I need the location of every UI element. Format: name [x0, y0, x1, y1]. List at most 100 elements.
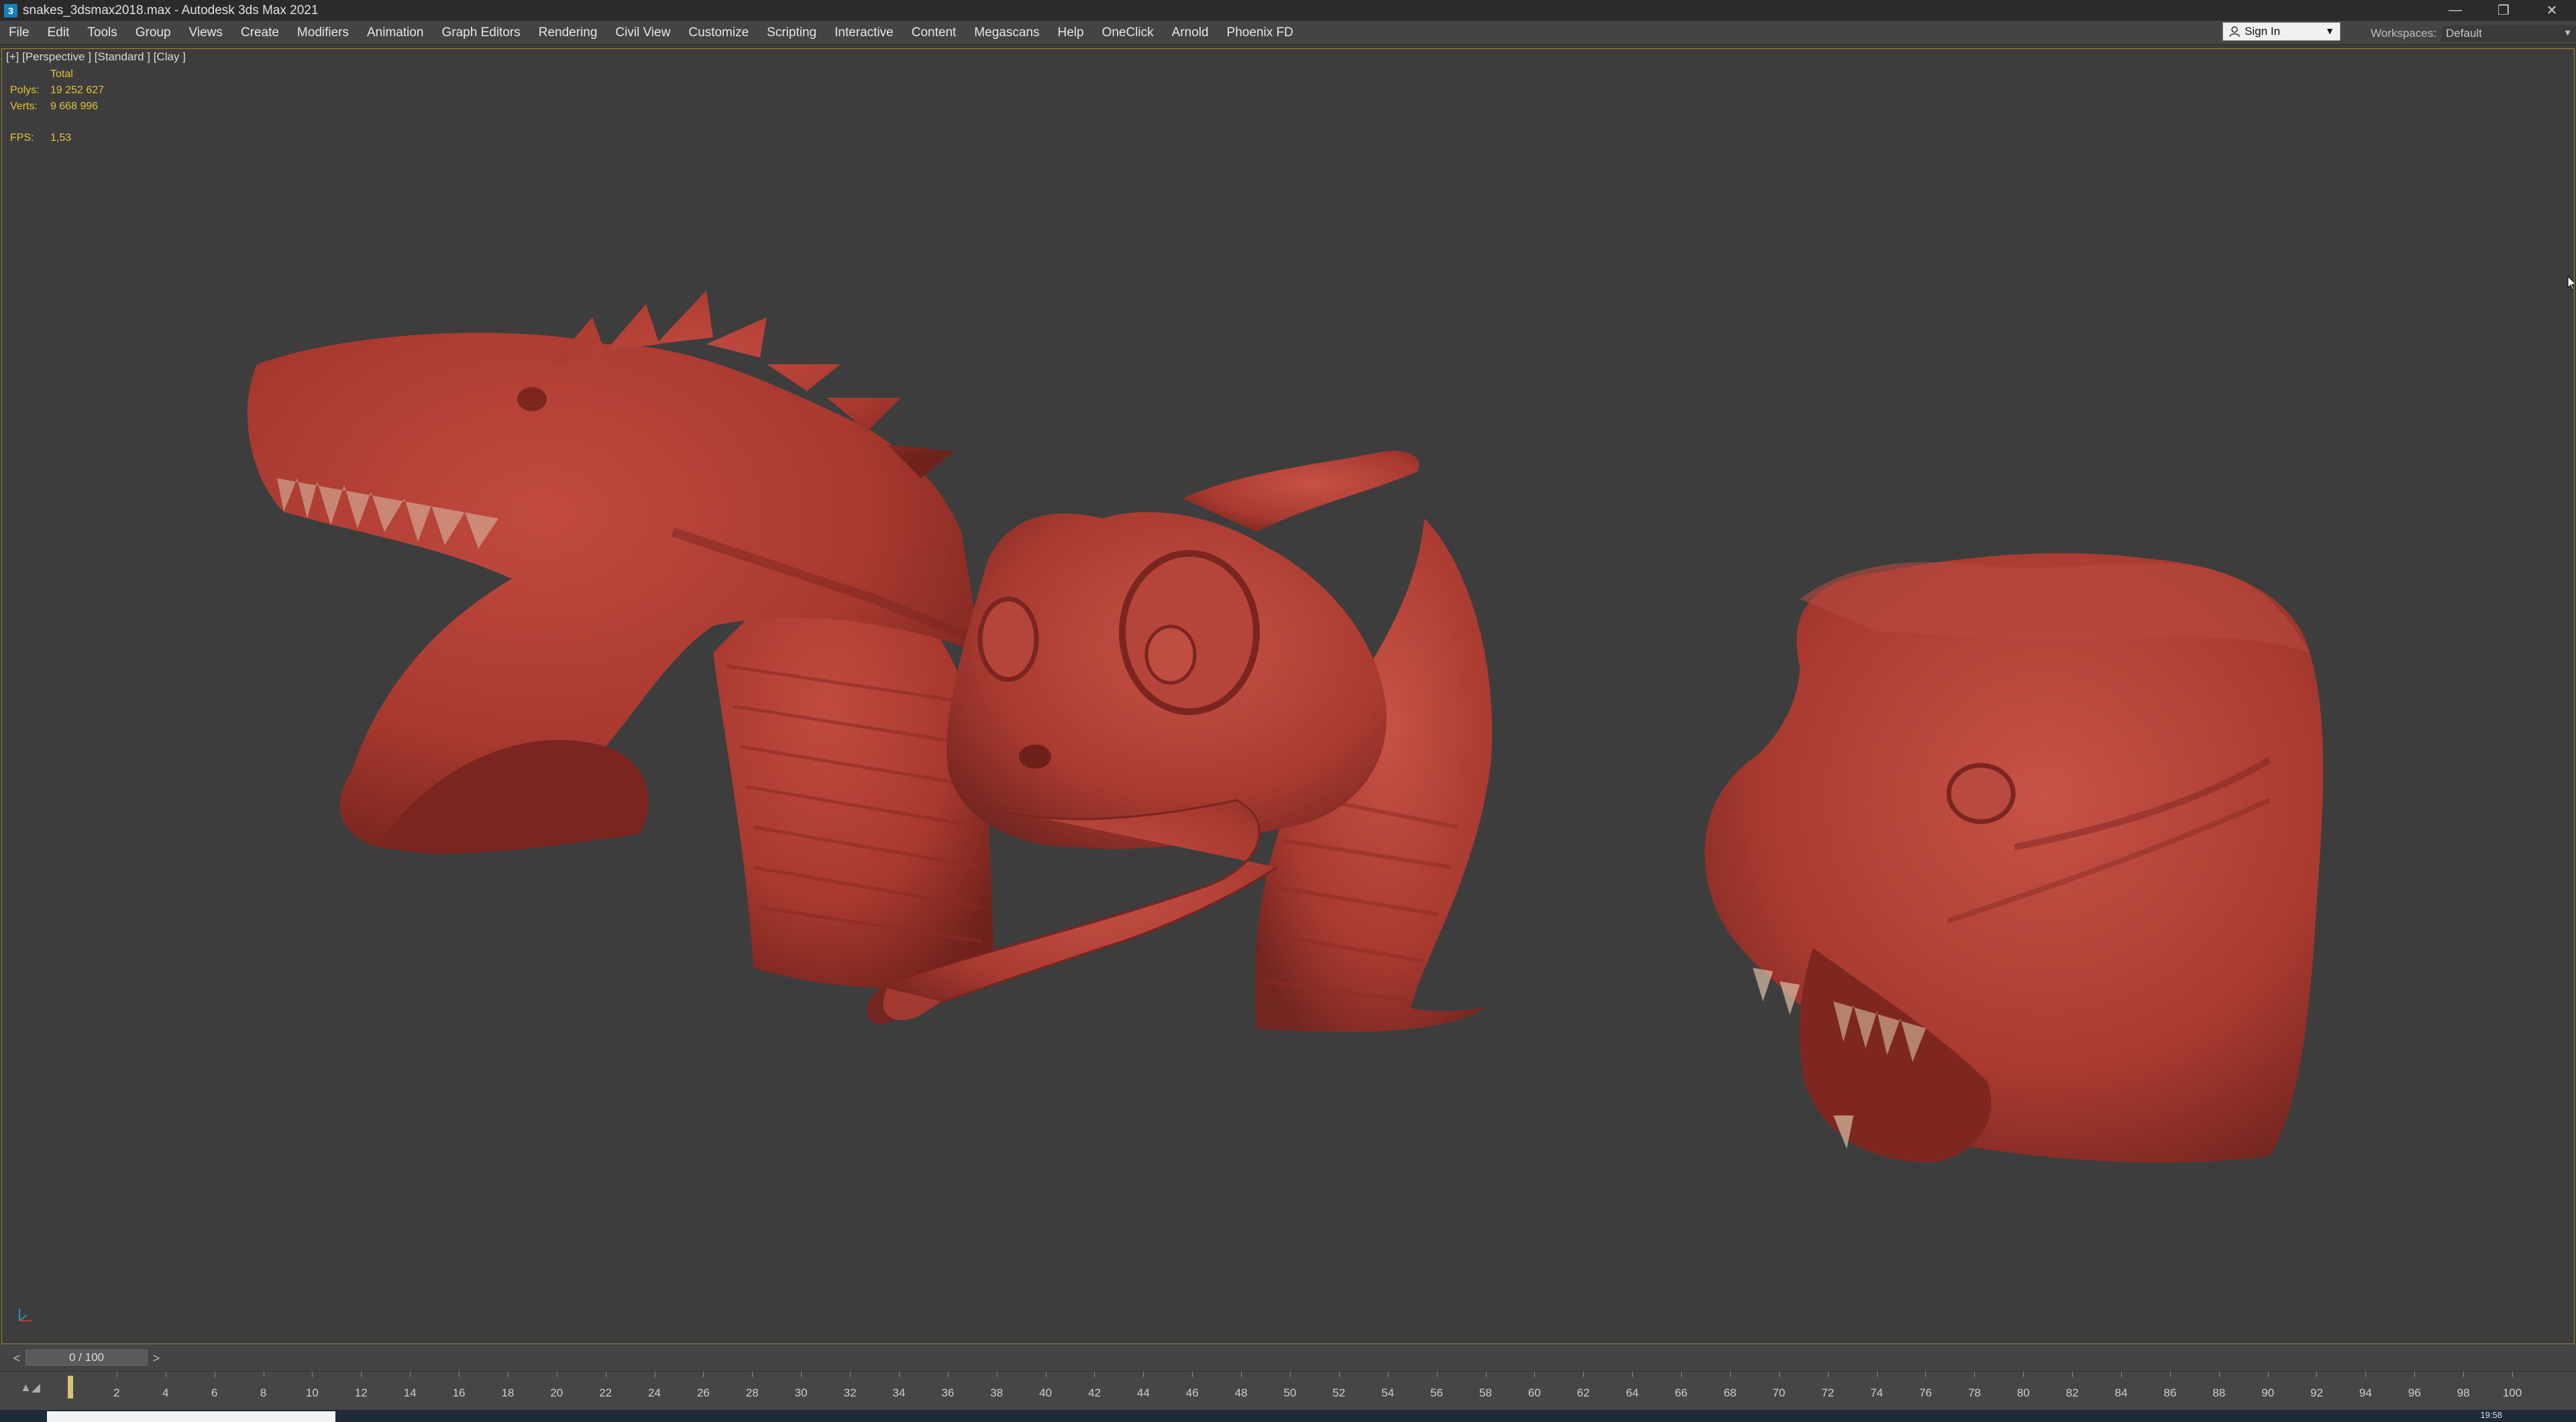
workspaces-label: Workspaces:	[2371, 27, 2436, 40]
fps-value: 1,53	[50, 132, 72, 144]
track-bar[interactable]: ▲◢ 2 4 6 8 10 12 14 16 18 20 22 24 26 28 30 32 34 36 38 40 4…	[0, 1371, 2576, 1411]
frame-tick	[1974, 1372, 1976, 1377]
frame-tick-label: 12	[354, 1386, 368, 1399]
frame-tick	[1925, 1372, 1927, 1377]
workspaces-dropdown[interactable]: Default ▼	[2441, 25, 2576, 42]
chevron-down-icon: ▼	[2563, 28, 2572, 38]
frame-tick	[1827, 1372, 1829, 1377]
menu-tools[interactable]: Tools	[78, 25, 126, 40]
frame-tick-label: 84	[2114, 1386, 2128, 1399]
perspective-viewport[interactable]: [+] [Perspective ] [Standard ] [Clay ] T…	[1, 48, 2575, 1344]
viewport-label[interactable]: [+] [Perspective ] [Standard ] [Clay ]	[6, 50, 186, 64]
frame-tick	[898, 1372, 900, 1377]
close-icon[interactable]: ✕	[2528, 0, 2576, 21]
frame-tick-label: 16	[452, 1386, 466, 1399]
frame-tick-label: 24	[648, 1386, 661, 1399]
menu-oneclick[interactable]: OneClick	[1093, 25, 1163, 40]
frame-tick	[1338, 1372, 1340, 1377]
restore-icon[interactable]: ❐	[2479, 0, 2528, 21]
frame-tick-label: 60	[1527, 1386, 1541, 1399]
menu-civil-view[interactable]: Civil View	[606, 25, 680, 40]
menu-bar: File Edit Tools Group Views Create Modif…	[0, 21, 2576, 45]
axis-gizmo-icon	[19, 1309, 32, 1321]
frame-ticks: 2 4 6 8 10 12 14 16 18 20 22 24 26 28 30 32 34 36 38 40 42 44…	[0, 1372, 2576, 1411]
frame-tick	[1485, 1372, 1487, 1377]
taskbar-clock: 19:58	[2480, 1410, 2502, 1420]
workspaces-selector: Workspaces: Default ▼	[2371, 25, 2576, 42]
scene-render	[247, 290, 2323, 1163]
menu-graph-editors[interactable]: Graph Editors	[433, 25, 530, 40]
frame-tick	[2267, 1372, 2269, 1377]
window-controls: — ❐ ✕	[2431, 0, 2576, 21]
user-icon	[2229, 26, 2240, 38]
frame-tick	[410, 1372, 411, 1377]
frame-tick-label: 20	[550, 1386, 564, 1399]
taskbar-search-input[interactable]	[47, 1411, 335, 1422]
frame-tick	[752, 1372, 753, 1377]
menu-group[interactable]: Group	[127, 25, 180, 40]
menu-phoenix-fd[interactable]: Phoenix FD	[1218, 25, 1303, 40]
frame-tick	[2365, 1372, 2367, 1377]
verts-value: 9 668 996	[50, 101, 99, 112]
frame-tick	[1192, 1372, 1193, 1377]
verts-label: Verts:	[10, 101, 38, 112]
sign-in-label: Sign In	[2245, 25, 2280, 38]
frame-tick	[1290, 1372, 1291, 1377]
time-slider-handle[interactable]: 0 / 100	[25, 1350, 148, 1366]
menu-modifiers[interactable]: Modifiers	[288, 25, 358, 40]
frame-tick	[1094, 1372, 1095, 1377]
frame-tick	[1681, 1372, 1682, 1377]
time-slider: < 0 / 100 >	[0, 1344, 2576, 1371]
frame-tick	[850, 1372, 851, 1377]
menu-scripting[interactable]: Scripting	[758, 25, 826, 40]
menu-file[interactable]: File	[0, 25, 39, 40]
frame-tick-label: 100	[2502, 1386, 2522, 1399]
stats-total-label: Total	[50, 68, 73, 80]
menu-customize[interactable]: Customize	[680, 25, 758, 40]
sign-in-dropdown[interactable]: Sign In ▼	[2222, 22, 2341, 41]
polys-label: Polys:	[10, 85, 40, 96]
frame-tick-label: 78	[1968, 1386, 1981, 1399]
frame-tick-label: 40	[1039, 1386, 1053, 1399]
frame-tick-label: 92	[2310, 1386, 2323, 1399]
frame-tick-label: 80	[2017, 1386, 2030, 1399]
menu-rendering[interactable]: Rendering	[530, 25, 607, 40]
menu-interactive[interactable]: Interactive	[826, 25, 903, 40]
menu-edit[interactable]: Edit	[39, 25, 79, 40]
windows-taskbar: 19:58	[0, 1410, 2576, 1422]
next-frame-button[interactable]: >	[149, 1351, 164, 1366]
frame-tick-label: 6	[211, 1386, 218, 1399]
frame-tick-label: 54	[1381, 1386, 1395, 1399]
menu-animation[interactable]: Animation	[358, 25, 433, 40]
frame-tick-label: 10	[305, 1386, 319, 1399]
frame-tick-label: 18	[501, 1386, 515, 1399]
frame-tick	[801, 1372, 802, 1377]
polys-value: 19 252 627	[50, 85, 105, 96]
frame-tick	[1632, 1372, 1633, 1377]
minimize-icon[interactable]: —	[2431, 0, 2479, 21]
frame-tick-label: 82	[2065, 1386, 2079, 1399]
previous-frame-button[interactable]: <	[9, 1351, 24, 1366]
title-bar: 3 snakes_3dsmax2018.max - Autodesk 3ds M…	[0, 0, 2576, 21]
lizard-head-model[interactable]	[1705, 553, 2323, 1163]
frame-tick-label: 38	[990, 1386, 1004, 1399]
frame-tick-label: 32	[843, 1386, 857, 1399]
frame-tick-label: 58	[1479, 1386, 1492, 1399]
frame-tick	[2072, 1372, 2074, 1377]
dragon-head-model[interactable]	[247, 290, 996, 989]
menu-content[interactable]: Content	[903, 25, 966, 40]
menu-views[interactable]: Views	[180, 25, 232, 40]
frame-tick	[996, 1372, 998, 1377]
menu-help[interactable]: Help	[1049, 25, 1093, 40]
menu-arnold[interactable]: Arnold	[1163, 25, 1218, 40]
frame-tick-label: 90	[2261, 1386, 2275, 1399]
frame-tick	[2316, 1372, 2318, 1377]
frame-tick-label: 76	[1919, 1386, 1932, 1399]
frame-tick-label: 72	[1821, 1386, 1835, 1399]
frame-tick-label: 44	[1136, 1386, 1150, 1399]
menu-create[interactable]: Create	[232, 25, 288, 40]
frame-tick	[1436, 1372, 1438, 1377]
frame-tick-label: 86	[2163, 1386, 2177, 1399]
menu-megascans[interactable]: Megascans	[965, 25, 1049, 40]
frame-tick-label: 98	[2457, 1386, 2470, 1399]
